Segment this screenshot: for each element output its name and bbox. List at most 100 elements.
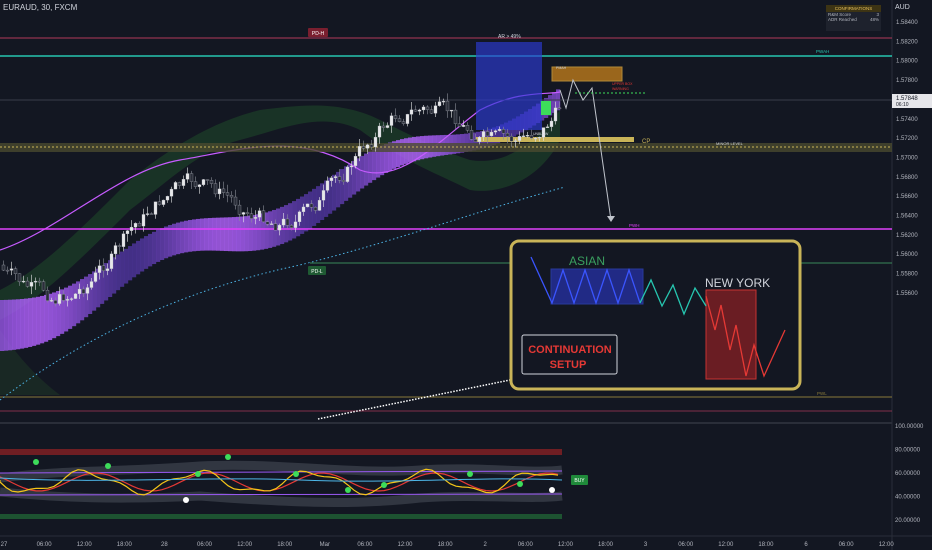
candle-body — [149, 213, 154, 215]
session-box — [476, 42, 542, 130]
candle-body — [301, 206, 306, 212]
candle-body — [33, 280, 38, 283]
candle-body — [401, 121, 406, 124]
candle-body — [13, 268, 18, 274]
price-tick-label: 1.56200 — [896, 233, 918, 239]
time-tick-label: 18:00 — [598, 542, 614, 548]
ribbon-segment — [36, 296, 41, 345]
pwl-label: PWL — [817, 391, 827, 396]
candle-body — [453, 109, 458, 124]
candle-body — [257, 210, 262, 218]
buy-label: BUY — [574, 478, 585, 484]
time-tick-label: 06:00 — [518, 542, 534, 548]
candle-body — [129, 226, 134, 231]
candle-body — [349, 165, 354, 168]
candle-body — [385, 125, 390, 128]
trading-chart[interactable]: PD-H PD-L PWAH PWH PWL CP MINOR LEVEL AR… — [0, 0, 932, 550]
time-tick-label: 18:00 — [438, 542, 454, 548]
candle-body — [329, 177, 334, 181]
ribbon-segment — [16, 299, 21, 350]
candle-body — [417, 109, 422, 112]
candle-body — [69, 298, 74, 300]
ribbon-segment — [80, 279, 85, 321]
ribbon-segment — [132, 243, 137, 278]
candle-body — [189, 173, 194, 182]
candle-body — [225, 192, 230, 196]
ribbon-segment — [168, 225, 173, 257]
current-price-countdown: 06:10 — [896, 102, 909, 108]
candle-body — [205, 179, 210, 181]
candle-body — [441, 100, 446, 103]
candle-body — [221, 188, 226, 193]
ribbon-segment — [180, 221, 185, 254]
candle-body — [405, 114, 410, 124]
price-tick-label: 1.56800 — [896, 175, 918, 181]
candle-body — [201, 179, 206, 185]
oscillator-dot-white — [549, 487, 555, 493]
candle-body — [525, 135, 530, 137]
candle-body — [217, 188, 222, 195]
ribbon-segment — [24, 298, 29, 348]
ribbon-segment — [372, 149, 377, 181]
ribbon-segment — [116, 254, 121, 291]
confirmation-value: 48% — [869, 17, 879, 22]
confirmations-row: ADR Reached 48% — [826, 17, 881, 22]
time-tick-label: 06:00 — [197, 542, 213, 548]
candle-body — [73, 293, 78, 299]
oscillator-dot-white — [183, 497, 189, 503]
candle-body — [97, 265, 102, 273]
candle-body — [361, 146, 366, 149]
candle-body — [57, 294, 62, 304]
ribbon-segment — [228, 217, 233, 252]
candle-body — [557, 107, 562, 110]
candle-body — [253, 217, 258, 219]
time-tick-label: 12:00 — [397, 542, 413, 548]
candle-body — [485, 131, 490, 137]
candle-body — [549, 120, 554, 127]
candle-body — [517, 136, 522, 141]
time-axis[interactable]: 27 06:00 12:00 18:00 28 06:00 12:00 18:00 Mar 06:… — [1, 542, 895, 548]
ribbon-segment — [244, 216, 249, 252]
ribbon-segment — [360, 155, 365, 189]
candle-body — [457, 123, 462, 127]
candle-body — [81, 288, 86, 294]
candle-body — [153, 201, 158, 215]
candle-body — [241, 212, 246, 215]
ribbon-segment — [148, 233, 153, 267]
indicator-tick-label: 40.00000 — [895, 495, 921, 501]
pd-l-label: PD-L — [311, 269, 323, 275]
time-tick-label: 18:00 — [277, 542, 293, 548]
candle-body — [85, 287, 90, 294]
candle-body — [177, 182, 182, 186]
ribbon-segment — [220, 217, 225, 251]
candle-body — [341, 180, 346, 182]
ribbon-segment — [364, 153, 369, 186]
price-tick-label: 1.58000 — [896, 59, 918, 65]
candle-body — [197, 184, 202, 187]
candle-body — [157, 201, 162, 205]
ribbon-segment — [72, 283, 77, 327]
price-axis[interactable]: 1.584001.582001.580001.578001.576001.574… — [896, 20, 918, 297]
candle-body — [173, 182, 178, 190]
ribbon-segment — [136, 240, 141, 275]
candle-body — [105, 268, 110, 271]
candle-body — [493, 130, 498, 133]
ribbon-segment — [188, 220, 193, 252]
continuation-line-2: SETUP — [550, 359, 587, 371]
candle-body — [421, 106, 426, 111]
candle-body — [145, 213, 150, 215]
candle-body — [473, 139, 478, 142]
candle-body — [49, 300, 54, 302]
candle-body — [413, 109, 418, 112]
symbol-title[interactable]: EURAUD, 30, FXCM — [3, 3, 77, 12]
candle-body — [445, 100, 450, 112]
candle-body — [389, 115, 394, 126]
indicator-tick-label: 80.00000 — [895, 448, 921, 454]
candle-body — [193, 181, 198, 187]
price-tick-label: 1.55600 — [896, 291, 918, 297]
candle-body — [337, 176, 342, 181]
price-tick-label: 1.57800 — [896, 78, 918, 84]
time-tick-label: 12:00 — [718, 542, 734, 548]
candle-body — [249, 213, 254, 219]
indicator-axis[interactable]: 100.00000 80.00000 60.00000 40.00000 20.0000… — [895, 424, 924, 524]
